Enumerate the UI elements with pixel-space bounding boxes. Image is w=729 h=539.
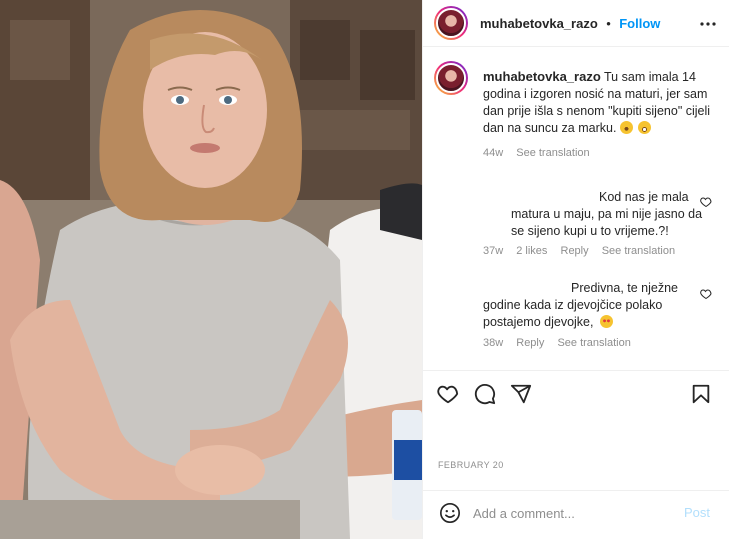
more-icon[interactable] [700,16,716,32]
comment-2-meta: 38w Reply See translation [483,337,641,349]
post-photo[interactable] [0,0,422,539]
grinning-squinting-face-icon [638,121,652,134]
add-comment-bar: Post [423,490,729,539]
caption-avatar[interactable] [434,61,468,95]
comment-1-meta: 37w 2 likes Reply See translation [483,245,685,257]
comment-2-translate-link[interactable]: See translation [557,337,630,349]
bookmark-icon[interactable] [690,383,712,405]
follow-button[interactable]: Follow [619,16,660,31]
post-date[interactable]: FEBRUARY 20 [438,460,504,470]
action-bar [423,370,729,418]
caption-time[interactable]: 44w [483,147,503,159]
comment-icon[interactable] [474,383,496,405]
comment-2-body: Predivna, te nježne godine kada iz djevo… [483,280,708,331]
comment-2-heart-icon[interactable] [700,288,712,300]
header-username[interactable]: muhabetovka_razo [480,16,598,31]
avatar[interactable] [434,6,468,40]
comment-1-heart-icon[interactable] [700,196,712,208]
caption-translate-link[interactable]: See translation [516,147,589,159]
caption-username[interactable]: muhabetovka_razo [483,69,601,84]
smiling-face-with-heart-eyes-icon [599,315,613,328]
emoji-icon[interactable] [439,502,461,524]
comment-1-time[interactable]: 37w [483,245,503,257]
comment-1-likes[interactable]: 2 likes [516,245,547,257]
comment-input[interactable] [473,503,673,523]
caption: muhabetovka_razo Tu sam imala 14 godina … [483,68,718,159]
grinning-face-icon [619,121,633,134]
comment-2-reply[interactable]: Reply [516,337,544,349]
photo-illustration [0,0,422,539]
separator-dot: • [606,16,611,31]
heart-icon[interactable] [437,383,459,405]
comment-1-text: Kod nas je mala matura u maju, pa mi nij… [511,190,703,238]
caption-emojis [619,121,653,135]
comment-1: Kod nas je mala matura u maju, pa mi nij… [511,189,711,240]
comment-1-reply[interactable]: Reply [561,245,589,257]
post-header: muhabetovka_razo • Follow [423,0,729,47]
share-icon[interactable] [510,383,532,405]
post-button[interactable]: Post [684,505,710,520]
comment-2-text: Predivna, te nježne godine kada iz djevo… [483,281,679,329]
comment-1-translate-link[interactable]: See translation [602,245,675,257]
post-side-panel: muhabetovka_razo • Follow muhabetovka_ra… [422,0,729,539]
comment-2-time[interactable]: 38w [483,337,503,349]
